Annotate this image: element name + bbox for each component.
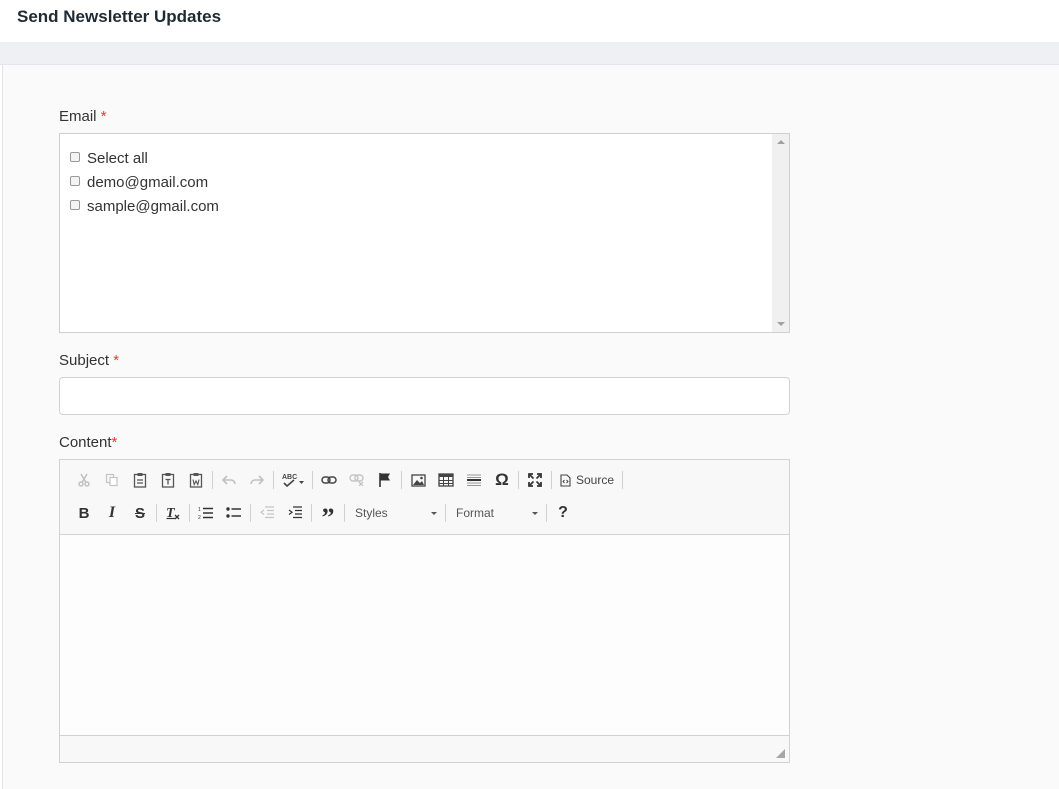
content-required-mark: * [111, 434, 118, 451]
source-document-icon [560, 473, 571, 487]
toolbar-separator [518, 471, 519, 489]
email-option-label: Select all [87, 149, 148, 167]
toolbar-separator [212, 471, 213, 489]
toolbar-separator [250, 504, 251, 522]
toolbar-separator [273, 471, 274, 489]
copy-icon[interactable] [98, 468, 126, 492]
help-icon[interactable]: ? [549, 501, 577, 525]
header-divider-strip [0, 42, 1059, 65]
toolbar-separator [311, 504, 312, 522]
subject-label-text: Subject [59, 352, 110, 369]
toolbar-separator [445, 504, 446, 522]
toolbar-separator [312, 471, 313, 489]
editor-toolbar: ABC Ω Source B I S T 1 2 ” Styles Format… [60, 460, 789, 535]
toolbar-row-1: ABC Ω Source [70, 466, 625, 494]
editor-content-area[interactable] [60, 535, 789, 735]
subject-label: Subject * [59, 352, 119, 369]
resize-handle-icon[interactable] [776, 749, 785, 758]
horizontal-line-icon[interactable] [460, 468, 488, 492]
italic-icon[interactable]: I [98, 501, 126, 525]
remove-format-icon[interactable]: T [159, 501, 187, 525]
toolbar-separator [546, 504, 547, 522]
toolbar-separator [189, 504, 190, 522]
paste-text-icon[interactable] [154, 468, 182, 492]
toolbar-separator [622, 471, 624, 489]
paste-from-word-icon[interactable] [182, 468, 210, 492]
unlink-icon[interactable] [343, 468, 371, 492]
chevron-down-icon [532, 511, 538, 515]
email-option-label: sample@gmail.com [87, 197, 219, 215]
undo-icon[interactable] [215, 468, 243, 492]
demo-email-checkbox[interactable] [70, 175, 80, 186]
paste-icon[interactable] [126, 468, 154, 492]
form-panel: Email * Select all demo@gmail.com sample… [2, 65, 1059, 789]
link-icon[interactable] [315, 468, 343, 492]
select-all-checkbox[interactable] [70, 151, 80, 162]
maximize-icon[interactable] [521, 468, 549, 492]
decrease-indent-icon[interactable] [253, 501, 281, 525]
toolbar-separator [551, 471, 552, 489]
table-icon[interactable] [432, 468, 460, 492]
scroll-up-arrow-icon[interactable] [777, 140, 785, 144]
sample-email-checkbox[interactable] [70, 199, 80, 210]
editor-status-bar [60, 735, 789, 762]
content-editor: ABC Ω Source B I S T 1 2 ” Styles Format… [59, 459, 790, 763]
spell-check-icon[interactable]: ABC [276, 468, 310, 492]
source-button-label: Source [576, 473, 615, 487]
email-option-label: demo@gmail.com [87, 173, 209, 191]
anchor-flag-icon[interactable] [371, 468, 399, 492]
email-option-demo[interactable]: demo@gmail.com [70, 170, 789, 194]
format-dropdown-label: Format [456, 506, 495, 520]
increase-indent-icon[interactable] [281, 501, 309, 525]
toolbar-separator [401, 471, 402, 489]
page-title: Send Newsletter Updates [17, 7, 222, 26]
email-listbox[interactable]: Select all demo@gmail.com sample@gmail.c… [59, 133, 790, 333]
scroll-down-arrow-icon[interactable] [777, 322, 785, 326]
email-required-mark: * [100, 108, 107, 125]
bulleted-list-icon[interactable] [220, 501, 248, 525]
email-option-sample[interactable]: sample@gmail.com [70, 194, 789, 218]
content-label: Content* [59, 434, 117, 451]
chevron-down-icon [431, 511, 437, 515]
email-option-list: Select all demo@gmail.com sample@gmail.c… [60, 134, 789, 218]
toolbar-separator [344, 504, 345, 522]
bold-icon[interactable]: B [70, 501, 98, 525]
redo-icon[interactable] [243, 468, 271, 492]
subject-required-mark: * [113, 352, 120, 369]
special-character-omega-icon[interactable]: Ω [488, 468, 516, 492]
email-list-scrollbar[interactable] [772, 134, 789, 332]
blockquote-icon[interactable]: ” [314, 501, 342, 532]
source-button[interactable]: Source [554, 468, 620, 492]
format-dropdown[interactable]: Format [448, 502, 544, 524]
content-label-text: Content [59, 434, 112, 451]
toolbar-separator [156, 504, 157, 522]
email-label-text: Email [59, 108, 97, 125]
svg-text:1: 1 [198, 507, 201, 513]
styles-dropdown-label: Styles [355, 506, 388, 520]
strikethrough-icon[interactable]: S [126, 501, 154, 525]
svg-text:ABC: ABC [282, 474, 297, 481]
cut-icon[interactable] [70, 468, 98, 492]
email-label: Email * [59, 108, 107, 125]
page-header: Send Newsletter Updates [0, 0, 1059, 42]
svg-text:2: 2 [198, 515, 201, 520]
numbered-list-icon[interactable]: 12 [192, 501, 220, 525]
toolbar-row-2: B I S T 12 ” Styles Format ? [70, 499, 577, 532]
subject-input[interactable] [59, 377, 790, 415]
email-option-select-all[interactable]: Select all [70, 146, 789, 170]
styles-dropdown[interactable]: Styles [347, 502, 443, 524]
image-icon[interactable] [404, 468, 432, 492]
